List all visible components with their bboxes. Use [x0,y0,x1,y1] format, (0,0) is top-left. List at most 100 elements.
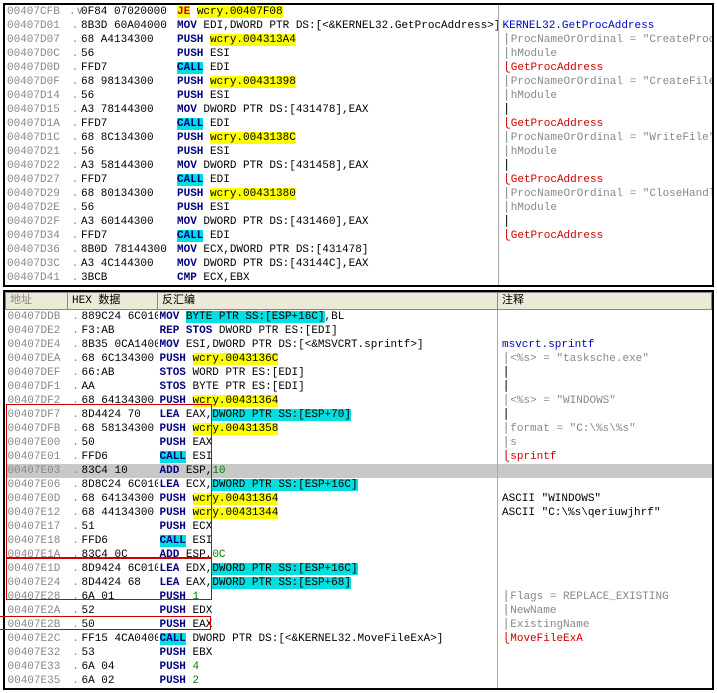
address: 00407D0F [5,75,67,89]
disasm-row[interactable]: 00407E00.50PUSH EAX⎪s [6,436,712,450]
disasm-row[interactable]: 00407D34.FFD7CALL EDI⎩GetProcAddress [5,229,712,243]
disasm-row[interactable]: 00407E2C.FF15 4CA04000CALL DWORD PTR DS:… [6,632,712,646]
disassembly-panel-2[interactable]: 地址 HEX 数据 反汇编 注释 00407DDB.889C24 6C01000… [3,290,714,690]
hex-bytes: .66:AB [68,366,158,380]
comment: ⎩sprintf [498,450,712,464]
hex-bytes: .8B35 0CA14000 [68,338,158,352]
disasm-row[interactable]: 00407E01.FFD6CALL ESI⎩sprintf [6,450,712,464]
hex-bytes: .83C4 10 [68,464,158,478]
disasm-row[interactable]: 00407DFB.68 58134300PUSH wcry.00431358⎪f… [6,422,712,436]
disasm-row[interactable]: 00407D0D.FFD7CALL EDI⎩GetProcAddress [5,61,712,75]
address: 00407DDB [6,310,68,325]
address: 00407D0D [5,61,67,75]
disasm-row[interactable]: 00407D0C.56PUSH ESI⎪hModule [5,47,712,61]
address: 00407E0D [6,492,68,506]
hex-bytes: .FF15 4CA04000 [68,632,158,646]
disasm-row[interactable]: 00407D01.8B3D 60A04000MOV EDI,DWORD PTR … [5,19,712,33]
comment [498,576,712,590]
col-comment[interactable]: 注释 [498,293,712,310]
instruction: MOV BYTE PTR SS:[ESP+16C],BL [158,310,498,325]
instruction: CALL EDI [175,61,498,75]
comment: ⎪<%s> = "WINDOWS" [498,394,712,408]
instruction: MOV DWORD PTR DS:[43144C],EAX [175,257,498,271]
comment: ⎪ [498,366,712,380]
disasm-row[interactable]: 00407D1A.FFD7CALL EDI⎩GetProcAddress [5,117,712,131]
comment [498,257,712,271]
disasm-row[interactable]: 00407E24.8D4424 68LEA EAX,DWORD PTR SS:[… [6,576,712,590]
disasm-row[interactable]: 00407E17.51PUSH ECX [6,520,712,534]
disasm-row[interactable]: 00407D1C.68 8C134300PUSH wcry.0043138C⎧P… [5,131,712,145]
disasm-row[interactable]: 00407D15.A3 78144300MOV DWORD PTR DS:[43… [5,103,712,117]
disasm-row[interactable]: 00407E28.6A 01PUSH 1⎧Flags = REPLACE_EXI… [6,590,712,604]
disasm-row[interactable]: 00407DF1.AASTOS BYTE PTR ES:[EDI]⎪ [6,380,712,394]
disasm-row[interactable]: 00407DE2.F3:ABREP STOS DWORD PTR ES:[EDI… [6,324,712,338]
address: 00407D0C [5,47,67,61]
disasm-row[interactable]: 00407E2B.50PUSH EAX⎪ExistingName [6,618,712,632]
disasm-row[interactable]: 00407D27.FFD7CALL EDI⎩GetProcAddress [5,173,712,187]
disasm-row[interactable]: 00407D3C.A3 4C144300MOV DWORD PTR DS:[43… [5,257,712,271]
address: 00407DEA [6,352,68,366]
address: 00407D1C [5,131,67,145]
hex-bytes: .8D4424 68 [68,576,158,590]
disasm-row[interactable]: 00407DEF.66:ABSTOS WORD PTR ES:[EDI]⎪ [6,366,712,380]
comment: ⎪hModule [498,47,712,61]
address: 00407D1A [5,117,67,131]
disasm-row[interactable]: 00407D29.68 80134300PUSH wcry.00431380⎧P… [5,187,712,201]
col-addr[interactable]: 地址 [6,293,68,310]
instruction: PUSH wcry.00431364 [158,492,498,506]
disasm-row[interactable]: 00407E06.8D8C24 6C010000LEA ECX,DWORD PT… [6,478,712,492]
disasm-row[interactable]: 00407E18.FFD6CALL ESI [6,534,712,548]
col-disasm[interactable]: 反汇编 [158,293,498,310]
comment: msvcrt.sprintf [498,338,712,352]
instruction: MOV ESI,DWORD PTR DS:[<&MSVCRT.sprintf>] [158,338,498,352]
instruction: CALL EDI [175,173,498,187]
instruction: PUSH wcry.00431364 [158,394,498,408]
disasm-row[interactable]: 00407E32.53PUSH EBX [6,646,712,660]
comment [498,478,712,492]
disasm-row[interactable]: 00407D0F.68 98134300PUSH wcry.00431398⎧P… [5,75,712,89]
comment: ⎪hModule [498,145,712,159]
hex-bytes: .A3 60144300 [67,215,175,229]
disasm-row[interactable]: 00407D36.8B0D 78144300MOV ECX,DWORD PTR … [5,243,712,257]
disasm-row[interactable]: 00407E0D.68 64134300PUSH wcry.00431364AS… [6,492,712,506]
disasm-row[interactable]: 00407DF7.8D4424 70LEA EAX,DWORD PTR SS:[… [6,408,712,422]
instruction: PUSH wcry.004313A4 [175,33,498,47]
address: 00407D15 [5,103,67,117]
disasm-row[interactable]: 00407E1D.8D9424 6C010000LEA EDX,DWORD PT… [6,562,712,576]
instruction: LEA EDX,DWORD PTR SS:[ESP+16C] [158,562,498,576]
disassembly-panel-1[interactable]: 00407CFB.∨0F84 07020000JE wcry.00407F080… [3,3,714,287]
disasm-row[interactable]: 00407DF2.68 64134300PUSH wcry.00431364⎪<… [6,394,712,408]
address: 00407D3C [5,257,67,271]
address: 00407D29 [5,187,67,201]
disasm-table-1[interactable]: 00407CFB.∨0F84 07020000JE wcry.00407F080… [5,5,712,285]
disasm-row[interactable]: 00407E35.6A 02PUSH 2 [6,674,712,688]
disasm-row[interactable]: 00407DDB.889C24 6C010000MOV BYTE PTR SS:… [6,310,712,325]
comment [498,5,712,19]
comment: ⎪ [498,159,712,173]
comment: ⎪ExistingName [498,618,712,632]
address: 00407D01 [5,19,67,33]
disasm-row[interactable]: 00407D2E.56PUSH ESI⎪hModule [5,201,712,215]
comment: ⎩GetProcAddress [498,117,712,131]
disasm-row[interactable]: 00407E2A.52PUSH EDX⎪NewName [6,604,712,618]
address: 00407DF7 [6,408,68,422]
disasm-row[interactable]: 00407DE4.8B35 0CA14000MOV ESI,DWORD PTR … [6,338,712,352]
address: 00407E06 [6,478,68,492]
disasm-row[interactable]: 00407D21.56PUSH ESI⎪hModule [5,145,712,159]
disasm-row[interactable]: 00407D2F.A3 60144300MOV DWORD PTR DS:[43… [5,215,712,229]
disasm-row[interactable]: 00407D07.68 A4134300PUSH wcry.004313A4⎧P… [5,33,712,47]
hex-bytes: .6A 01 [68,590,158,604]
disasm-row[interactable]: 00407E33.6A 04PUSH 4 [6,660,712,674]
instruction: PUSH wcry.00431398 [175,75,498,89]
disasm-row[interactable]: 00407E1A.83C4 0CADD ESP,0C [6,548,712,562]
disasm-row[interactable]: 00407D22.A3 58144300MOV DWORD PTR DS:[43… [5,159,712,173]
disasm-row[interactable]: 00407E12.68 44134300PUSH wcry.00431344AS… [6,506,712,520]
disasm-row[interactable]: 00407D41.3BCBCMP ECX,EBX [5,271,712,285]
col-hex[interactable]: HEX 数据 [68,293,158,310]
disasm-row[interactable]: 00407DEA.68 6C134300PUSH wcry.0043136C⎧<… [6,352,712,366]
comment: ⎪NewName [498,604,712,618]
disasm-row[interactable]: 00407E03.83C4 10ADD ESP,10 [6,464,712,478]
disasm-row[interactable]: 00407D14.56PUSH ESI⎪hModule [5,89,712,103]
disasm-table-2[interactable]: 地址 HEX 数据 反汇编 注释 00407DDB.889C24 6C01000… [5,292,712,688]
disasm-row[interactable]: 00407CFB.∨0F84 07020000JE wcry.00407F08 [5,5,712,19]
